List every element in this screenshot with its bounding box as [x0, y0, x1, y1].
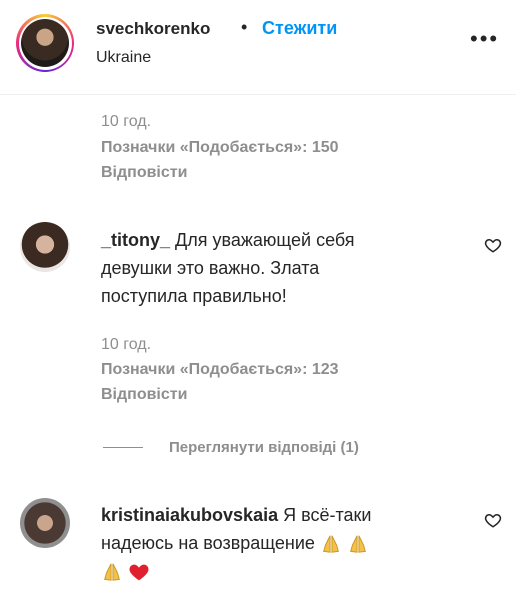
reply-button[interactable]: Відповісти [101, 386, 187, 404]
comment-text-line: поступила правильно! [101, 286, 287, 306]
comment-time[interactable]: 10 год. [101, 336, 151, 354]
comment-body: kristinaiakubovskaia Я всё-таки надеюсь … [101, 501, 471, 585]
comment-text-line: надеюсь на возвращение [101, 533, 315, 553]
separator-dot: • [241, 17, 248, 37]
folded-hands-emoji [323, 535, 339, 554]
like-heart-icon[interactable] [484, 236, 502, 254]
comment-likes-count[interactable]: Позначки «Подобається»: 150 [101, 139, 339, 157]
red-heart-emoji [129, 564, 149, 581]
author-username[interactable]: svechkorenko [96, 19, 210, 39]
comment-likes-count[interactable]: Позначки «Подобається»: 123 [101, 361, 339, 379]
more-options-icon[interactable]: ••• [470, 26, 499, 52]
comment-text-line: Для уважающей себя [175, 230, 355, 250]
post-header: svechkorenko • Стежити Ukraine ••• [0, 0, 516, 95]
commenter-avatar[interactable] [20, 222, 70, 272]
folded-hands-emoji [104, 563, 120, 582]
reply-button[interactable]: Відповісти [101, 164, 187, 182]
like-heart-icon[interactable] [484, 511, 502, 529]
comment-text-line: Я всё-таки [283, 505, 372, 525]
comment-body: _titony_ Для уважающей себя девушки это … [101, 226, 471, 310]
author-avatar[interactable] [16, 14, 74, 72]
commenter-avatar[interactable] [20, 498, 70, 548]
comment-text-line: девушки это важно. Злата [101, 258, 320, 278]
view-replies-button[interactable]: Переглянути відповіді (1) [169, 439, 359, 456]
follow-button[interactable]: Стежити [262, 18, 337, 39]
author-avatar-photo [21, 19, 69, 67]
comment-time[interactable]: 10 год. [101, 113, 151, 131]
commenter-username[interactable]: kristinaiakubovskaia [101, 505, 278, 525]
replies-divider [103, 447, 143, 448]
folded-hands-emoji [350, 535, 366, 554]
commenter-username[interactable]: _titony_ [101, 230, 170, 250]
post-location[interactable]: Ukraine [96, 49, 151, 67]
